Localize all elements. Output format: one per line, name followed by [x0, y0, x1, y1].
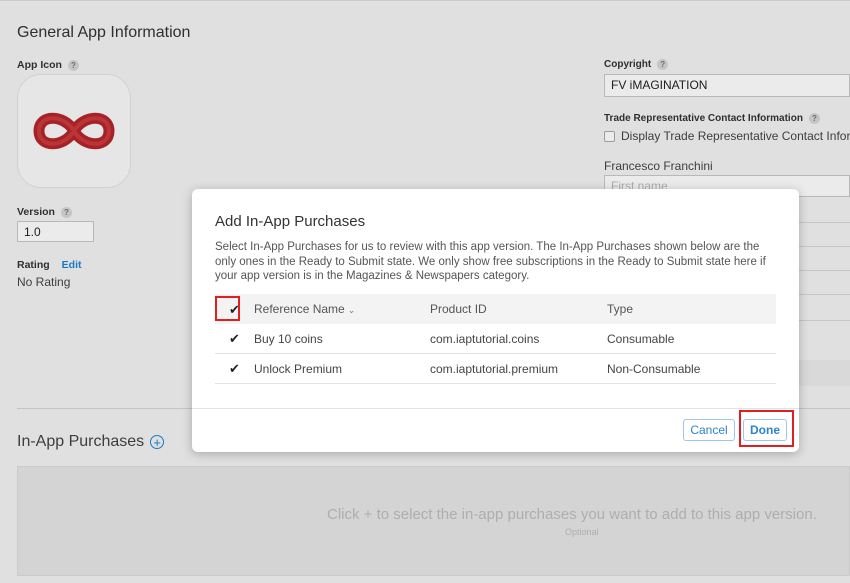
- modal-title: Add In-App Purchases: [215, 213, 366, 230]
- col-reference-name-label: Reference Name: [254, 302, 345, 316]
- row-checkbox[interactable]: ✔: [215, 362, 254, 375]
- modal-description: Select In-App Purchases for us to review…: [215, 241, 766, 282]
- sort-caret-icon: ⌄: [347, 305, 356, 315]
- table-header: ✔ Reference Name ⌄ Product ID Type: [215, 294, 776, 324]
- row-product-id: com.iaptutorial.coins: [430, 331, 540, 346]
- row-checkbox[interactable]: ✔: [215, 332, 254, 345]
- row-name: Buy 10 coins: [254, 331, 323, 346]
- col-reference-name[interactable]: Reference Name ⌄: [254, 302, 430, 316]
- checkmark-icon: ✔: [229, 331, 240, 346]
- col-product-id: Product ID: [430, 302, 487, 316]
- select-all-highlight: [215, 296, 240, 321]
- checkmark-icon: ✔: [229, 361, 240, 376]
- row-type: Consumable: [607, 331, 675, 346]
- row-type: Non-Consumable: [607, 361, 701, 376]
- table-row[interactable]: ✔ Buy 10 coins com.iaptutorial.coins Con…: [215, 324, 776, 354]
- add-iap-modal: Add In-App Purchases Select In-App Purch…: [192, 189, 799, 452]
- row-name: Unlock Premium: [254, 361, 343, 376]
- table-row[interactable]: ✔ Unlock Premium com.iaptutorial.premium…: [215, 354, 776, 384]
- cancel-button[interactable]: Cancel: [683, 419, 735, 441]
- iap-table: ✔ Reference Name ⌄ Product ID Type ✔ Buy …: [215, 294, 776, 384]
- col-type: Type: [607, 302, 634, 316]
- done-highlight: [739, 410, 794, 447]
- row-product-id: com.iaptutorial.premium: [430, 361, 559, 376]
- modal-footer-divider: [192, 408, 799, 409]
